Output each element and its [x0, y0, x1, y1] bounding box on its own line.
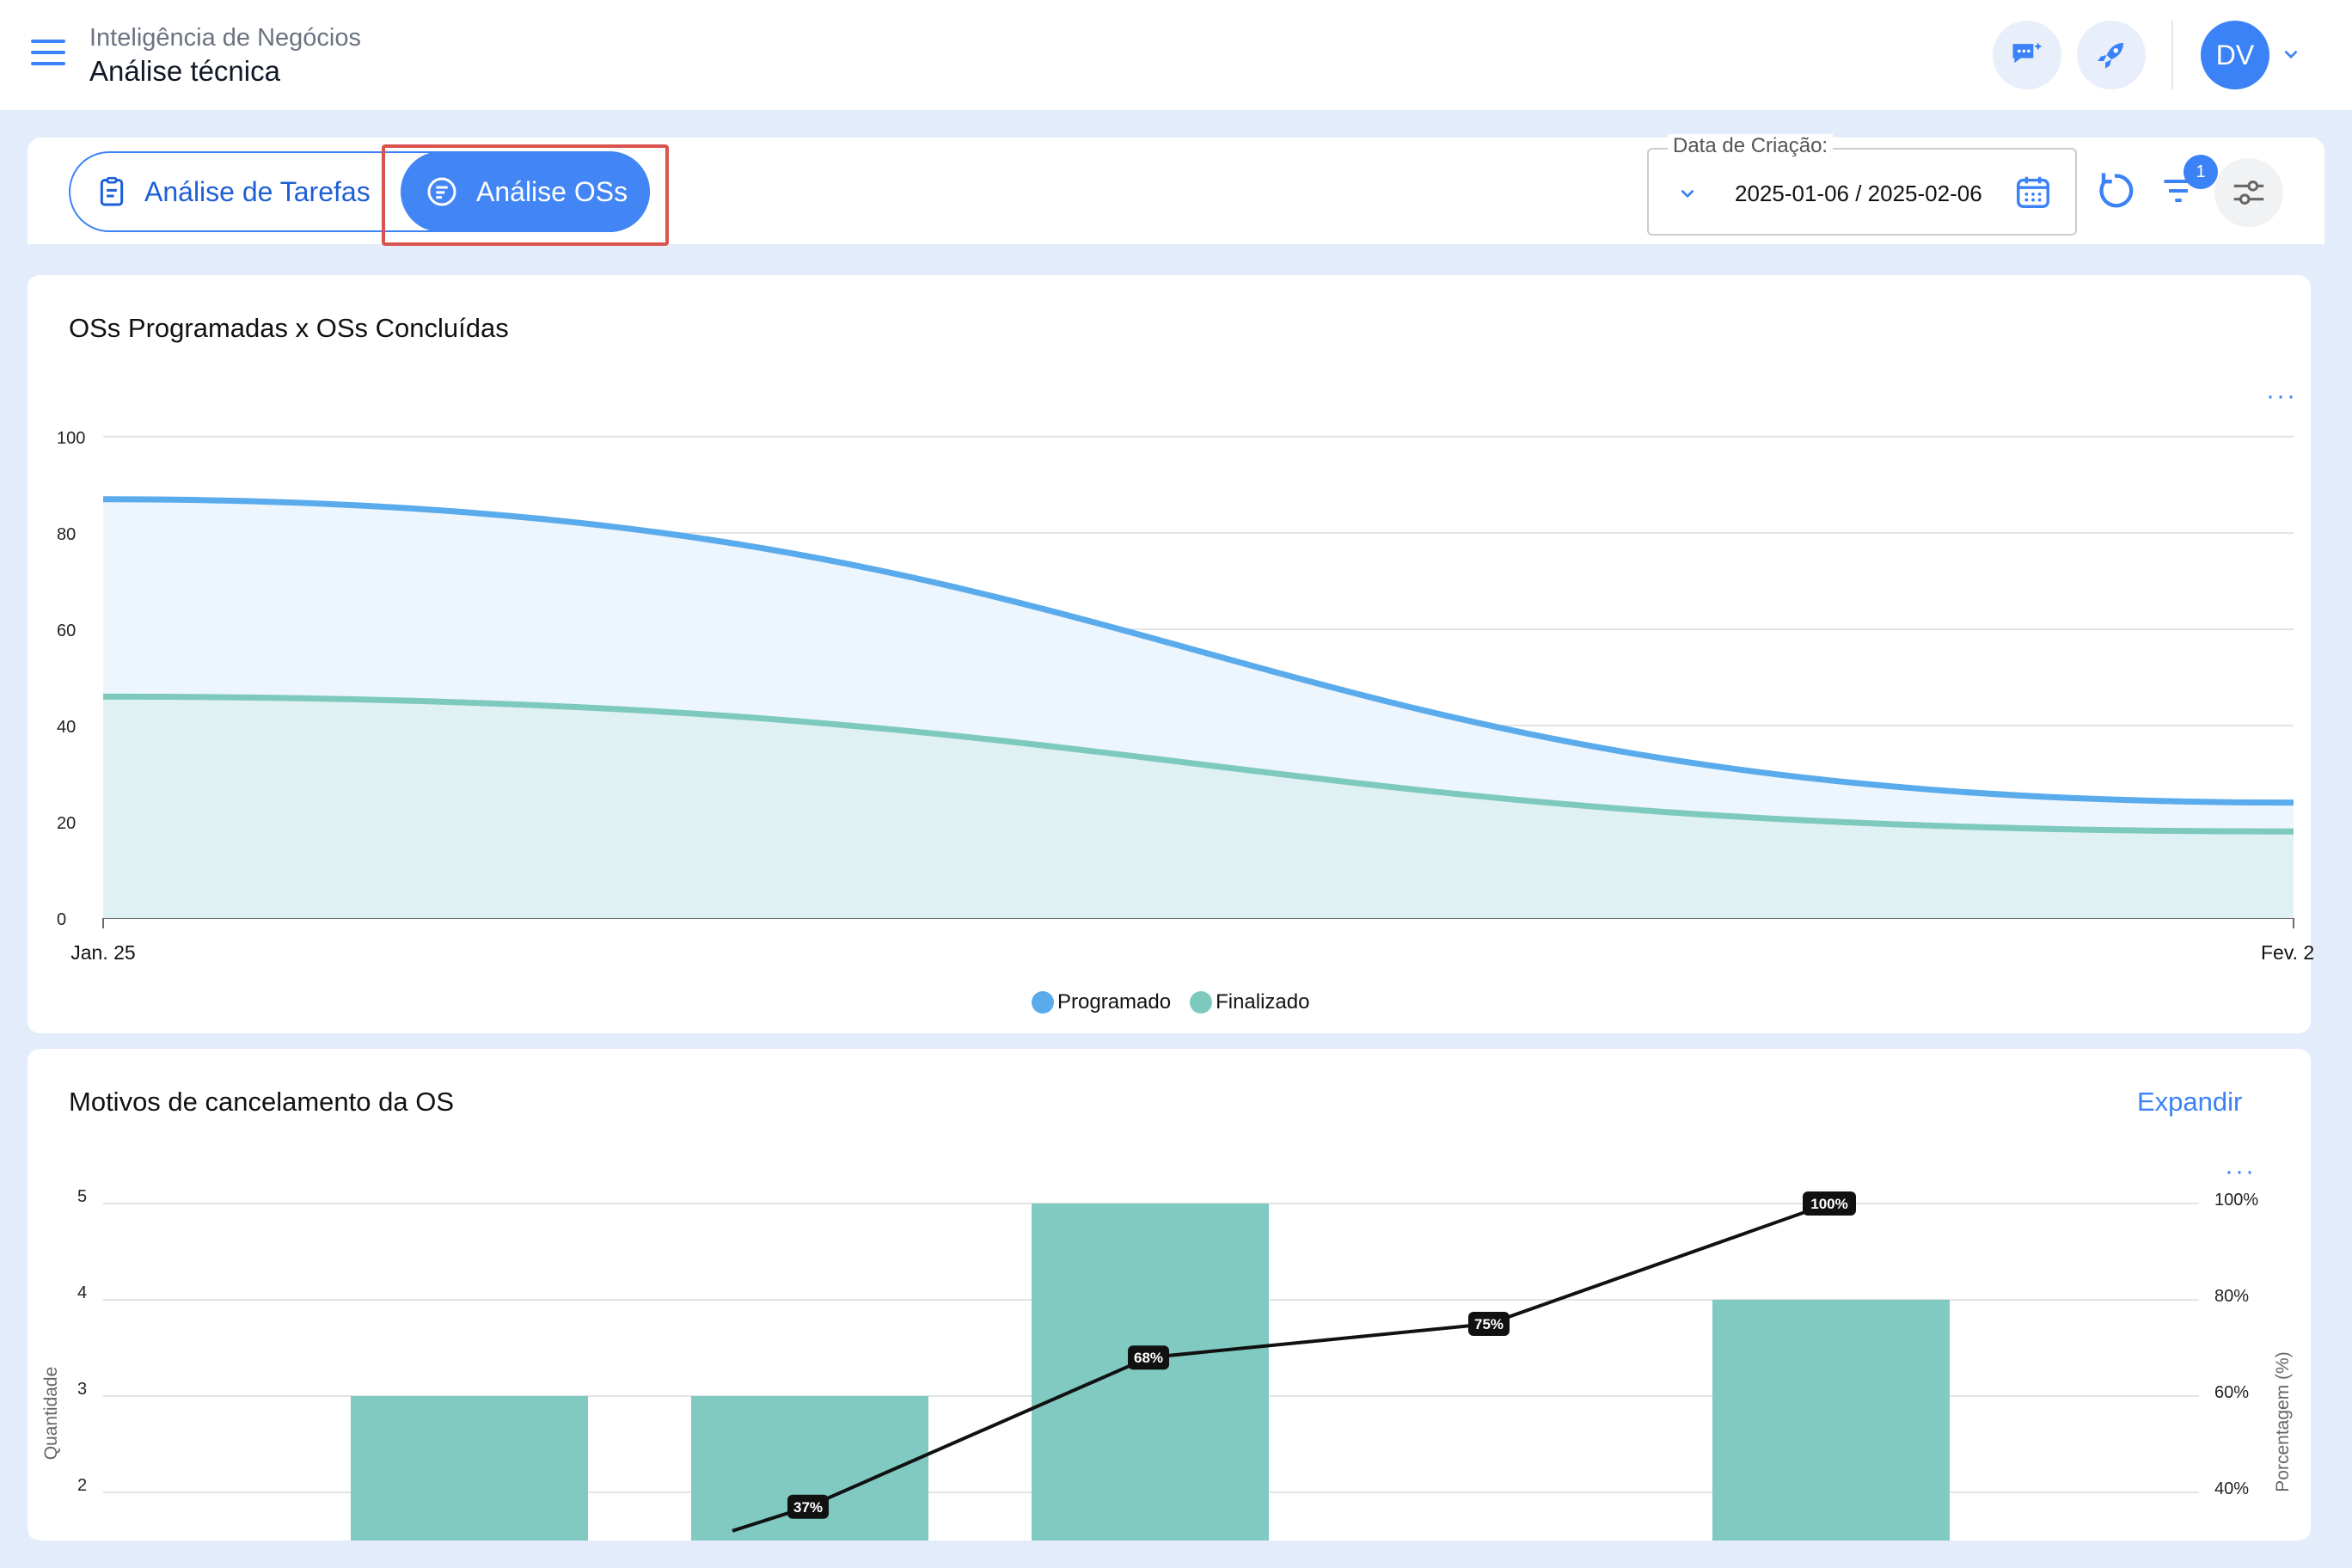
chart-legend: Programado Finalizado	[1032, 990, 1309, 1014]
data-label: 75%	[1474, 1316, 1504, 1332]
legend-label: Programado	[1057, 990, 1172, 1014]
bar[interactable]	[1712, 1300, 1950, 1540]
expand-link[interactable]: Expandir	[2137, 1087, 2242, 1118]
legend-item-programado[interactable]: Programado	[1032, 990, 1171, 1014]
chevron-down-icon[interactable]	[2280, 43, 2302, 65]
bar[interactable]	[351, 1396, 588, 1540]
breadcrumb: Inteligência de Negócios	[89, 24, 361, 52]
y2-tick-label: 80%	[2214, 1287, 2249, 1306]
sliders-icon	[2233, 181, 2264, 205]
legend-item-finalizado[interactable]: Finalizado	[1190, 990, 1309, 1014]
date-range-value: 2025-01-06 / 2025-02-06	[1735, 181, 1982, 206]
service-order-icon	[427, 177, 456, 206]
y-tick-label: 3	[77, 1380, 87, 1399]
rocket-icon	[2098, 43, 2123, 69]
bar[interactable]	[1032, 1204, 1269, 1540]
tab-analise-os[interactable]: Análise OSs	[401, 151, 650, 232]
chat-sparkle-icon	[2012, 42, 2043, 64]
more-options-icon[interactable]: ···	[2225, 1157, 2256, 1186]
chat-assistant-button[interactable]	[1993, 21, 2061, 89]
y2-axis-label: Porcentagem (%)	[2273, 1351, 2293, 1491]
refresh-icon[interactable]	[2092, 168, 2137, 213]
page-title: Análise técnica	[89, 55, 280, 87]
filter-count-badge: 1	[2184, 155, 2218, 189]
adjustments-button[interactable]	[2214, 158, 2283, 227]
chart-card-motivos-cancelamento: 37% 68% 75% 100% 2 3 4 5 40% 60% 80% 100% Quantidad…	[28, 1049, 2311, 1540]
y2-tick-label: 40%	[2214, 1479, 2249, 1498]
y-tick-label: 2	[77, 1476, 87, 1495]
y-tick-label: 5	[77, 1187, 87, 1206]
pareto-chart: 37% 68% 75% 100% 2 3 4 5 40% 60% 80% 100% Quantidad…	[41, 1187, 2293, 1540]
tab-analise-tarefas[interactable]: Análise de Tarefas	[70, 153, 397, 230]
rocket-button[interactable]	[2077, 21, 2146, 89]
chart-card-os-programadas	[28, 275, 2311, 1033]
chart-title: OSs Programadas x OSs Concluídas	[69, 313, 509, 343]
y-axis-label: Quantidade	[41, 1367, 61, 1461]
chart-title: Motivos de cancelamento da OS	[69, 1087, 455, 1117]
more-options-icon[interactable]: ···	[2266, 382, 2297, 411]
chevron-down-icon[interactable]	[1676, 182, 1699, 205]
date-range-label: Data de Criação:	[1668, 134, 1834, 158]
data-label: 100%	[1810, 1196, 1847, 1212]
tab-analise-tarefas-label: Análise de Tarefas	[144, 175, 371, 207]
legend-label: Finalizado	[1216, 990, 1310, 1014]
header-divider	[2171, 21, 2173, 89]
calendar-icon[interactable]	[2013, 172, 2053, 211]
legend-dot	[1032, 991, 1054, 1014]
y2-tick-label: 60%	[2214, 1383, 2249, 1402]
data-label: 37%	[793, 1499, 823, 1516]
data-label: 68%	[1134, 1350, 1163, 1366]
user-avatar[interactable]: DV	[2201, 21, 2269, 89]
hamburger-menu-icon[interactable]	[31, 40, 65, 67]
y-tick-label: 4	[77, 1283, 87, 1302]
tab-analise-os-label: Análise OSs	[476, 175, 628, 207]
clipboard-icon	[100, 176, 124, 206]
legend-dot	[1190, 991, 1213, 1014]
top-bar: Inteligência de Negócios Análise técnica…	[0, 0, 2352, 110]
y2-tick-label: 100%	[2214, 1191, 2258, 1210]
